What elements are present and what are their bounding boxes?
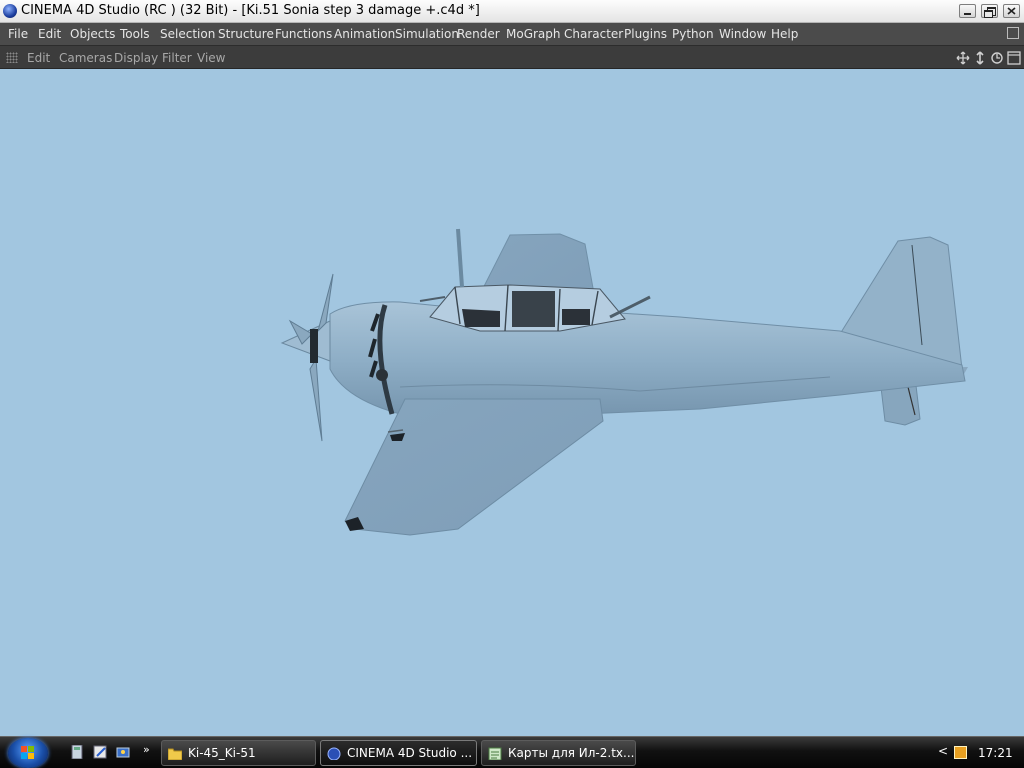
menu-tools[interactable]: Tools	[120, 27, 150, 41]
menu-animation[interactable]: Animation	[334, 27, 395, 41]
perspective-viewport[interactable]	[0, 69, 1024, 736]
menu-file[interactable]: File	[8, 27, 28, 41]
viewport-menu-cameras[interactable]: Cameras	[59, 51, 112, 65]
menu-help[interactable]: Help	[771, 27, 798, 41]
main-menu-bar: File Edit Objects Tools Selection Struct…	[0, 23, 1024, 46]
quicklaunch-more-button[interactable]: »	[143, 743, 150, 756]
start-button[interactable]	[8, 738, 48, 768]
cinema4d-icon	[327, 747, 341, 760]
toggle-layout-icon[interactable]	[1007, 51, 1021, 65]
title-bar: CINEMA 4D Studio (RC ) (32 Bit) - [Ki.51…	[0, 0, 1024, 23]
taskbar-item-cinema4d[interactable]: CINEMA 4D Studio ...	[320, 740, 477, 766]
windows-flag-icon	[21, 746, 34, 759]
viewport-menu-edit[interactable]: Edit	[27, 51, 50, 65]
show-hidden-icons-button[interactable]: <	[938, 744, 948, 758]
viewport-menu-view[interactable]: View	[197, 51, 225, 65]
close-icon	[1007, 7, 1016, 15]
menu-edit[interactable]: Edit	[38, 27, 61, 41]
panel-grip-icon[interactable]	[6, 52, 18, 63]
system-clock[interactable]: 17:21	[978, 746, 1013, 760]
menu-simulation[interactable]: Simulation	[395, 27, 459, 41]
menu-character[interactable]: Character	[564, 27, 623, 41]
folder-icon	[168, 748, 182, 760]
menu-selection[interactable]: Selection	[160, 27, 215, 41]
taskbar-item-notepad[interactable]: Карты для Ил-2.tx...	[481, 740, 636, 766]
viewport-menu-filter[interactable]: Filter	[162, 51, 192, 65]
menu-render[interactable]: Render	[457, 27, 500, 41]
menu-mograph[interactable]: MoGraph	[506, 27, 561, 41]
network-icon[interactable]	[116, 745, 130, 759]
tray-app-icon[interactable]	[954, 746, 967, 759]
viewport-menu-display[interactable]: Display	[114, 51, 158, 65]
notepad-icon	[488, 747, 502, 760]
close-button[interactable]	[1003, 4, 1020, 18]
menu-functions[interactable]: Functions	[275, 27, 332, 41]
viewport-menu-bar: Edit Cameras Display Filter View	[0, 46, 1024, 69]
taskbar-item-ki45-folder[interactable]: Ki-45_Ki-51	[161, 740, 316, 766]
windows-taskbar: » Ki-45_Ki-51 CINEMA 4D Studio ... Карты…	[0, 736, 1024, 768]
calculator-icon[interactable]	[70, 745, 84, 759]
paint-icon[interactable]	[93, 745, 107, 759]
menu-window[interactable]: Window	[719, 27, 766, 41]
rotate-view-icon[interactable]	[990, 51, 1004, 65]
move-view-icon[interactable]	[956, 51, 970, 65]
menu-objects[interactable]: Objects	[70, 27, 115, 41]
layout-switch-icon[interactable]	[1007, 27, 1019, 39]
menu-structure[interactable]: Structure	[218, 27, 274, 41]
menu-plugins[interactable]: Plugins	[624, 27, 667, 41]
restore-button[interactable]	[981, 4, 998, 18]
minimize-button[interactable]	[959, 4, 976, 18]
aircraft-model	[280, 228, 968, 536]
zoom-view-icon[interactable]	[973, 51, 987, 65]
window-title: CINEMA 4D Studio (RC ) (32 Bit) - [Ki.51…	[21, 3, 480, 18]
cinema4d-app-icon[interactable]	[3, 4, 17, 18]
menu-python[interactable]: Python	[672, 27, 714, 41]
